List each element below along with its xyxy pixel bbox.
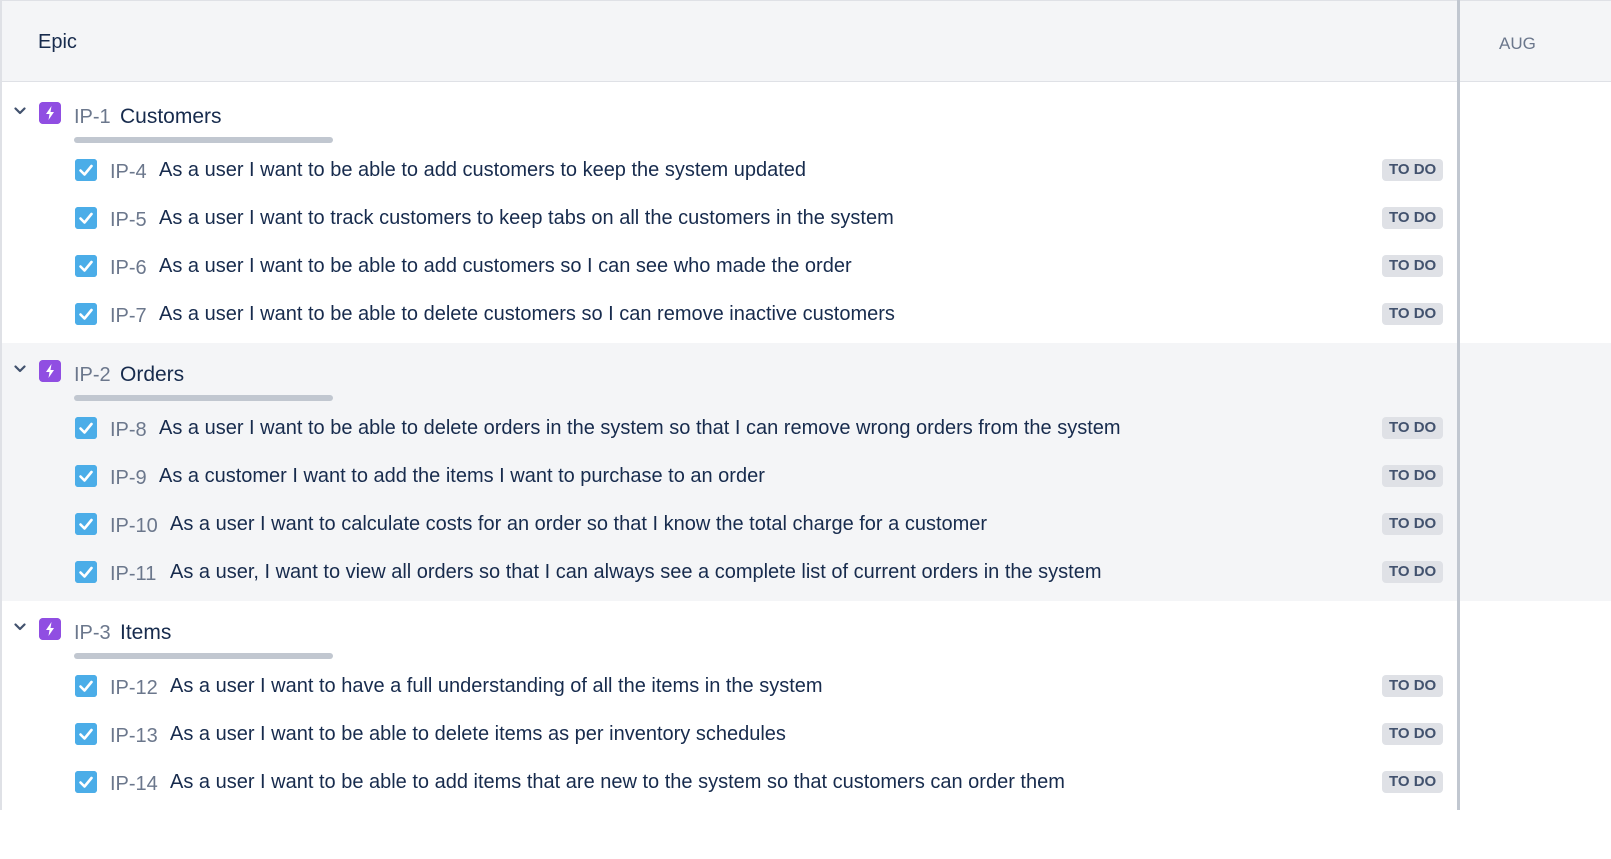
checkbox-icon[interactable] xyxy=(75,255,97,277)
epic-group-ip-3: IP-3 Items IP-12 As a user I want to hav… xyxy=(2,601,1611,859)
story-summary[interactable]: As a user I want to be able to delete cu… xyxy=(159,303,895,326)
story-key[interactable]: IP-12 xyxy=(110,677,158,700)
chevron-down-icon[interactable] xyxy=(14,621,26,633)
chevron-down-icon[interactable] xyxy=(14,105,26,117)
epic-name[interactable]: Orders xyxy=(120,363,184,387)
epic-progress-bar xyxy=(74,137,333,143)
status-badge[interactable]: TO DO xyxy=(1382,255,1444,277)
status-badge[interactable]: TO DO xyxy=(1382,465,1444,487)
epic-column-header: Epic xyxy=(38,31,77,53)
story-key[interactable]: IP-14 xyxy=(110,773,158,796)
epic-row[interactable]: IP-1 Customers xyxy=(2,85,1457,143)
story-row[interactable]: IP-12 As a user I want to have a full un… xyxy=(2,663,1457,711)
story-row[interactable]: IP-6 As a user I want to be able to add … xyxy=(2,243,1457,291)
story-row[interactable]: IP-13 As a user I want to be able to del… xyxy=(2,711,1457,759)
story-summary[interactable]: As a user I want to be able to delete or… xyxy=(159,417,1121,440)
status-badge[interactable]: TO DO xyxy=(1382,303,1444,325)
lightning-icon xyxy=(39,618,61,640)
epic-group-ip-2: IP-2 Orders IP-8 As a user I want to be … xyxy=(2,343,1611,601)
story-summary[interactable]: As a user I want to be able to add items… xyxy=(170,771,1065,794)
story-summary[interactable]: As a user I want to be able to add custo… xyxy=(159,255,852,278)
epic-group-ip-1: IP-1 Customers IP-4 As a user I want to … xyxy=(2,85,1611,343)
epic-name[interactable]: Items xyxy=(120,621,171,645)
story-summary[interactable]: As a user I want to track customers to k… xyxy=(159,207,894,230)
story-row[interactable]: IP-8 As a user I want to be able to dele… xyxy=(2,405,1457,453)
status-badge[interactable]: TO DO xyxy=(1382,207,1444,229)
story-row[interactable]: IP-7 As a user I want to be able to dele… xyxy=(2,291,1457,339)
status-badge[interactable]: TO DO xyxy=(1382,561,1444,583)
chevron-down-icon[interactable] xyxy=(14,363,26,375)
story-summary[interactable]: As a user I want to be able to add custo… xyxy=(159,159,806,182)
timeline-divider[interactable] xyxy=(1457,0,1460,810)
status-badge[interactable]: TO DO xyxy=(1382,723,1444,745)
checkbox-icon[interactable] xyxy=(75,159,97,181)
checkbox-icon[interactable] xyxy=(75,207,97,229)
epic-key[interactable]: IP-3 xyxy=(74,622,111,645)
story-key[interactable]: IP-4 xyxy=(110,161,147,184)
story-summary[interactable]: As a user I want to be able to delete it… xyxy=(170,723,786,746)
story-summary[interactable]: As a customer I want to add the items I … xyxy=(159,465,765,488)
status-badge[interactable]: TO DO xyxy=(1382,513,1444,535)
status-badge[interactable]: TO DO xyxy=(1382,159,1444,181)
story-key[interactable]: IP-8 xyxy=(110,419,147,442)
checkbox-icon[interactable] xyxy=(75,561,97,583)
checkbox-icon[interactable] xyxy=(75,771,97,793)
story-row[interactable]: IP-5 As a user I want to track customers… xyxy=(2,195,1457,243)
status-badge[interactable]: TO DO xyxy=(1382,771,1444,793)
epic-progress-bar xyxy=(74,653,333,659)
status-badge[interactable]: TO DO xyxy=(1382,417,1444,439)
story-row[interactable]: IP-10 As a user I want to calculate cost… xyxy=(2,501,1457,549)
roadmap-header: Epic AUG xyxy=(2,0,1611,82)
checkbox-icon[interactable] xyxy=(75,513,97,535)
roadmap-board: Epic AUG IP-1 Customers IP-4 As a user I… xyxy=(0,0,1611,810)
lightning-icon xyxy=(39,360,61,382)
epic-progress-bar xyxy=(74,395,333,401)
checkbox-icon[interactable] xyxy=(75,417,97,439)
story-summary[interactable]: As a user, I want to view all orders so … xyxy=(170,561,1102,584)
epic-key[interactable]: IP-1 xyxy=(74,106,111,129)
story-row[interactable]: IP-9 As a customer I want to add the ite… xyxy=(2,453,1457,501)
checkbox-icon[interactable] xyxy=(75,723,97,745)
story-key[interactable]: IP-11 xyxy=(110,563,156,586)
story-row[interactable]: IP-4 As a user I want to be able to add … xyxy=(2,147,1457,195)
story-key[interactable]: IP-6 xyxy=(110,257,147,280)
story-key[interactable]: IP-9 xyxy=(110,467,147,490)
story-summary[interactable]: As a user I want to calculate costs for … xyxy=(170,513,987,536)
story-summary[interactable]: As a user I want to have a full understa… xyxy=(170,675,823,698)
story-key[interactable]: IP-7 xyxy=(110,305,147,328)
story-key[interactable]: IP-5 xyxy=(110,209,147,232)
epic-row[interactable]: IP-3 Items xyxy=(2,601,1457,659)
epic-row[interactable]: IP-2 Orders xyxy=(2,343,1457,401)
story-key[interactable]: IP-10 xyxy=(110,515,158,538)
checkbox-icon[interactable] xyxy=(75,465,97,487)
story-key[interactable]: IP-13 xyxy=(110,725,158,748)
story-row[interactable]: IP-11 As a user, I want to view all orde… xyxy=(2,549,1457,597)
month-header: AUG xyxy=(1499,34,1536,53)
checkbox-icon[interactable] xyxy=(75,675,97,697)
lightning-icon xyxy=(39,102,61,124)
epic-name[interactable]: Customers xyxy=(120,105,222,129)
story-row[interactable]: IP-14 As a user I want to be able to add… xyxy=(2,759,1457,807)
checkbox-icon[interactable] xyxy=(75,303,97,325)
status-badge[interactable]: TO DO xyxy=(1382,675,1444,697)
epic-key[interactable]: IP-2 xyxy=(74,364,111,387)
